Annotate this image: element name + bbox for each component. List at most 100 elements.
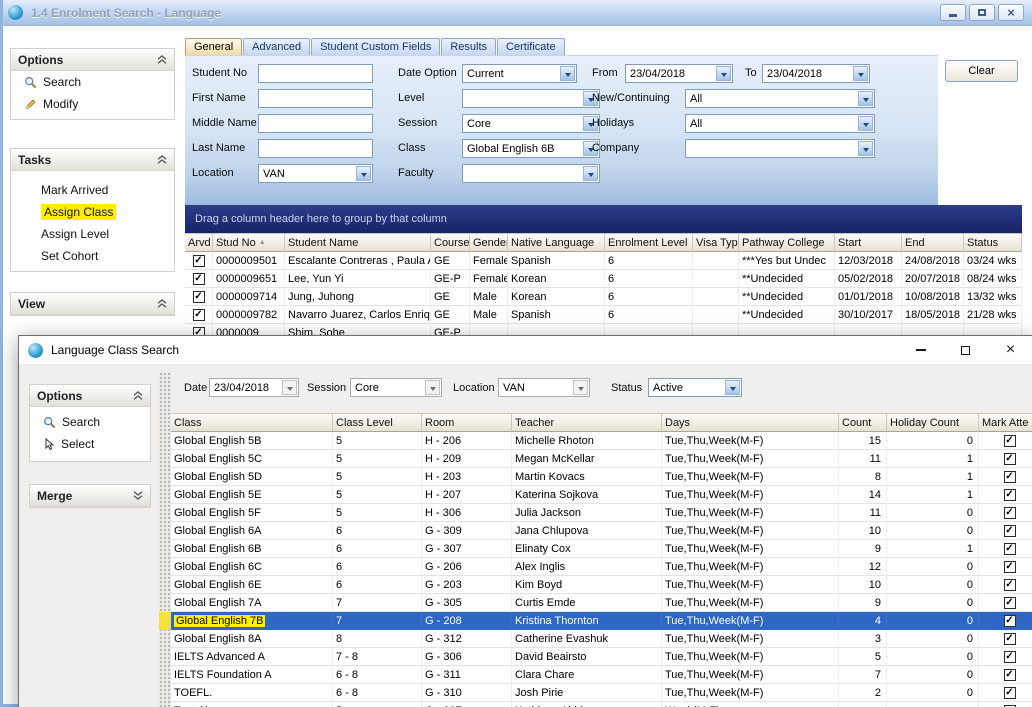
column-header-status[interactable]: Status <box>964 233 1022 252</box>
mark-attendance-checkbox[interactable]: ✓ <box>1004 633 1016 645</box>
restore-button[interactable] <box>969 4 995 21</box>
tasks-panel-header[interactable]: Tasks <box>11 149 174 171</box>
class-row[interactable]: Global English 5C5H - 209Megan McKellarT… <box>171 450 1032 468</box>
column-header-gender[interactable]: Gender <box>470 233 508 252</box>
column-header-arvd[interactable]: Arvd <box>185 233 213 252</box>
mark-attendance-checkbox[interactable]: ✓ <box>1004 579 1016 591</box>
mark-attendance-checkbox[interactable]: ✓ <box>1004 435 1016 447</box>
session-select[interactable]: Core <box>462 114 600 133</box>
maximize-button[interactable] <box>943 336 988 364</box>
level-select[interactable] <box>462 89 600 108</box>
column-header-count[interactable]: Count <box>839 413 887 432</box>
minimize-button[interactable] <box>940 4 966 21</box>
class-row[interactable]: Global English 5D5H - 203Martin KovacsTu… <box>171 468 1032 486</box>
location-select[interactable]: VAN <box>258 164 373 183</box>
tab-general[interactable]: General <box>185 38 242 55</box>
class-row[interactable]: Global English 5F5H - 306Julia JacksonTu… <box>171 504 1032 522</box>
class-row[interactable]: Global English 6A6G - 309Jana ChlupovaTu… <box>171 522 1032 540</box>
class-select[interactable]: Global English 6B <box>462 139 600 158</box>
last-name-input[interactable] <box>258 139 373 158</box>
middle-name-input[interactable] <box>258 114 373 133</box>
mark-attendance-checkbox[interactable]: ✓ <box>1004 687 1016 699</box>
column-header-pathway-college[interactable]: Pathway College <box>739 233 835 252</box>
mark-attendance-checkbox[interactable]: ✓ <box>1004 561 1016 573</box>
date-option-select[interactable]: Current <box>462 64 577 83</box>
column-header-room[interactable]: Room <box>422 413 512 432</box>
enrolment-row[interactable]: ✓0000009651Lee, Yun YiGE-PFemaleKorean6*… <box>185 270 1022 288</box>
column-header-class-level[interactable]: Class Level <box>333 413 422 432</box>
first-name-input[interactable] <box>258 89 373 108</box>
location-select[interactable]: VAN <box>498 378 590 397</box>
faculty-select[interactable] <box>462 164 600 183</box>
close-button[interactable]: × <box>988 336 1032 364</box>
column-header-student-name[interactable]: Student Name <box>285 233 431 252</box>
group-by-bar[interactable]: Drag a column header here to group by th… <box>185 205 1022 233</box>
splitter-handle[interactable] <box>159 372 171 707</box>
sidebar-item-assign-level[interactable]: Assign Level <box>11 223 174 245</box>
clear-button[interactable]: Clear <box>945 60 1018 82</box>
session-select[interactable]: Core <box>350 378 442 397</box>
minimize-button[interactable] <box>898 336 943 364</box>
column-header-visa-type[interactable]: Visa Type <box>693 233 739 252</box>
column-header-native-language[interactable]: Native Language <box>508 233 605 252</box>
class-row[interactable]: IELTS Advanced A7 - 8G - 306David Beairs… <box>171 648 1032 666</box>
sidebar-item-assign-class[interactable]: Assign Class <box>11 201 174 223</box>
class-row[interactable]: Global English 6E6G - 203Kim BoydTue,Thu… <box>171 576 1032 594</box>
sidebar-item-select[interactable]: Select <box>30 433 150 455</box>
class-row[interactable]: Global English 6B6G - 307Elinaty CoxTue,… <box>171 540 1032 558</box>
mark-attendance-checkbox[interactable]: ✓ <box>1004 507 1016 519</box>
status-select[interactable]: Active <box>648 378 742 397</box>
holidays-select[interactable]: All <box>685 114 875 133</box>
mark-attendance-checkbox[interactable]: ✓ <box>1004 651 1016 663</box>
sidebar-item-search[interactable]: Search <box>11 71 174 93</box>
sidebar-item-modify[interactable]: Modify <box>11 93 174 115</box>
from-date-select[interactable]: 23/04/2018 <box>625 64 733 83</box>
class-row[interactable]: Global English 8A8G - 312Catherine Evash… <box>171 630 1032 648</box>
to-date-select[interactable]: 23/04/2018 <box>762 64 870 83</box>
arrived-checkbox[interactable]: ✓ <box>193 255 205 267</box>
options-panel-header[interactable]: Options <box>30 385 150 407</box>
class-window-titlebar[interactable]: Language Class Search × <box>19 336 1032 365</box>
enrolment-row[interactable]: ✓0000009501Escalante Contreras , Paula A… <box>185 252 1022 270</box>
mark-attendance-checkbox[interactable]: ✓ <box>1004 615 1016 627</box>
arrived-checkbox[interactable]: ✓ <box>193 309 205 321</box>
class-row[interactable]: Global English 7B7G - 208Kristina Thornt… <box>171 612 1032 630</box>
tab-student-custom-fields[interactable]: Student Custom Fields <box>311 38 440 55</box>
enrolment-row[interactable]: ✓0000009714Jung, JuhongGEMaleKorean6**Un… <box>185 288 1022 306</box>
arrived-checkbox[interactable]: ✓ <box>193 291 205 303</box>
tab-advanced[interactable]: Advanced <box>243 38 310 55</box>
column-header-days[interactable]: Days <box>662 413 839 432</box>
column-header-mark-atte[interactable]: Mark Atte <box>979 413 1032 432</box>
close-button[interactable]: × <box>998 4 1024 21</box>
mark-attendance-checkbox[interactable]: ✓ <box>1004 543 1016 555</box>
view-panel-header[interactable]: View <box>11 293 174 315</box>
sidebar-item-set-cohort[interactable]: Set Cohort <box>11 245 174 267</box>
column-header-end[interactable]: End <box>902 233 964 252</box>
class-row[interactable]: TOEFL.6 - 8G - 310Josh PirieTue,Thu,Week… <box>171 684 1032 702</box>
student-no-input[interactable] <box>258 64 373 83</box>
mark-attendance-checkbox[interactable]: ✓ <box>1004 471 1016 483</box>
main-window-titlebar[interactable]: 1.4 Enrolment Search - Language × <box>0 0 1032 26</box>
date-select[interactable]: 23/04/2018 <box>209 378 299 397</box>
options-panel-header[interactable]: Options <box>11 49 174 71</box>
mark-attendance-checkbox[interactable]: ✓ <box>1004 525 1016 537</box>
column-header-enrolment-level[interactable]: Enrolment Level <box>605 233 693 252</box>
class-row[interactable]: IELTS Foundation A6 - 8G - 311Clara Char… <box>171 666 1032 684</box>
class-row[interactable]: Test Class5G - 307Kathleen AbblWeek(M-F) <box>171 702 1032 707</box>
sidebar-item-search[interactable]: Search <box>30 411 150 433</box>
column-header-class[interactable]: Class <box>171 413 333 432</box>
class-row[interactable]: Global English 5E5H - 207Katerina Sojkov… <box>171 486 1032 504</box>
class-row[interactable]: Global English 5B5H - 206Michelle Rhoton… <box>171 432 1032 450</box>
company-select[interactable] <box>685 139 875 158</box>
class-row[interactable]: Global English 7A7G - 305Curtis EmdeTue,… <box>171 594 1032 612</box>
mark-attendance-checkbox[interactable]: ✓ <box>1004 597 1016 609</box>
arrived-checkbox[interactable]: ✓ <box>193 273 205 285</box>
column-header-teacher[interactable]: Teacher <box>512 413 662 432</box>
merge-panel-header[interactable]: Merge <box>30 485 150 507</box>
column-header-course[interactable]: Course <box>431 233 470 252</box>
new-continuing-select[interactable]: All <box>685 89 875 108</box>
enrolment-row[interactable]: ✓0000009782Navarro Juarez, Carlos Enriqu… <box>185 306 1022 324</box>
tab-results[interactable]: Results <box>441 38 496 55</box>
column-header-stud-no[interactable]: Stud No▲ <box>213 233 285 252</box>
mark-attendance-checkbox[interactable]: ✓ <box>1004 669 1016 681</box>
